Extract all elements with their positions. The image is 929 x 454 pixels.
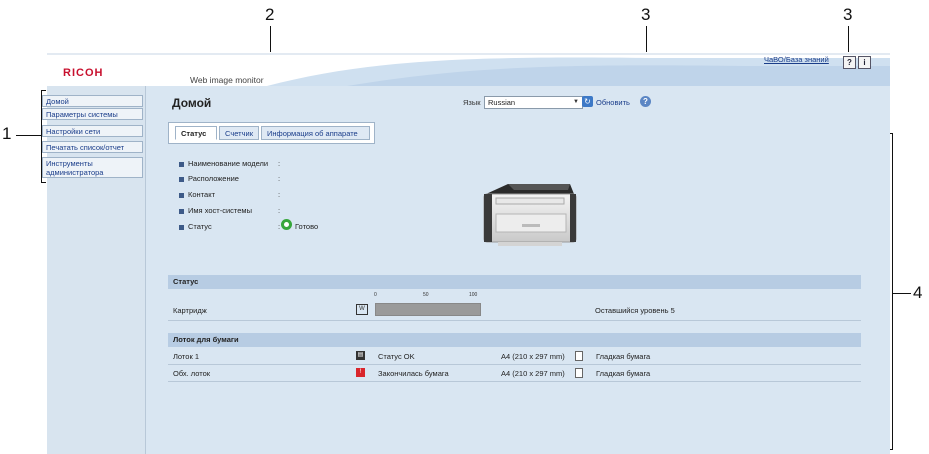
tab-status[interactable]: Статус: [175, 126, 217, 140]
language-value: Russian: [488, 98, 516, 107]
faq-link[interactable]: ЧаВО/База знаний: [764, 55, 829, 64]
callout-4-bracket: [892, 133, 893, 450]
callout-3a: 3: [641, 5, 651, 24]
scale-tick-50: 50: [423, 292, 429, 298]
callout-2: 2: [265, 5, 275, 24]
info-colon: :: [278, 222, 281, 231]
info-row-hostname: Имя хост-системы: [179, 206, 252, 215]
remaining-level-text: Оставшийся уровень 5: [595, 306, 675, 315]
tray-ok-icon: ▤: [356, 351, 365, 360]
paper-tray-section-header: Лоток для бумаги: [168, 333, 861, 347]
callout-3b-line: [848, 26, 849, 54]
info-row-model: Наименование модели: [179, 159, 268, 168]
page-title: Домой: [172, 96, 212, 110]
ready-status-icon: [281, 219, 292, 230]
toner-level-fill: [376, 304, 480, 315]
product-name: Web image monitor: [190, 75, 264, 85]
tray-status: Статус OK: [378, 352, 415, 361]
sidebar-item-print-list[interactable]: Печатать список/отчет: [42, 141, 143, 153]
callout-1: 1: [2, 124, 12, 143]
bullet-icon: [179, 208, 184, 214]
callout-4: 4: [913, 283, 923, 302]
sidebar-item-admin-tools[interactable]: Инструменты администратора: [42, 157, 143, 178]
sidebar-item-network-settings[interactable]: Настройки сети: [42, 125, 143, 137]
status-value: Готово: [295, 222, 319, 231]
tab-counter[interactable]: Счетчик: [219, 126, 259, 140]
printer-image: [483, 184, 577, 246]
language-label: Язык: [463, 98, 481, 107]
bullet-icon: [179, 224, 184, 230]
bullet-icon: [179, 192, 184, 198]
callout-4-line: [893, 293, 911, 294]
tray-name: Обх. лоток: [173, 369, 211, 378]
scale-tick-0: 0: [374, 292, 377, 298]
callout-1-line: [16, 135, 41, 136]
paper-icon: [575, 351, 583, 361]
info-colon: :: [278, 190, 281, 199]
sidebar-item-system-settings[interactable]: Параметры системы: [42, 108, 143, 120]
tray-size: A4 (210 x 297 mm): [501, 369, 565, 378]
refresh-button[interactable]: Обновить: [596, 98, 630, 107]
chevron-down-icon: ▼: [573, 99, 579, 105]
info-colon: :: [278, 159, 281, 168]
toner-icon: W: [356, 304, 368, 315]
tray-size: A4 (210 x 297 mm): [501, 352, 565, 361]
cartridge-label: Картридж: [173, 306, 207, 315]
bullet-icon: [179, 161, 184, 167]
help-icon[interactable]: ?: [843, 56, 856, 69]
bullet-icon: [179, 176, 184, 182]
scale-tick-100: 100: [469, 292, 478, 298]
info-row-contact: Контакт: [179, 190, 215, 199]
tray-empty-icon: !: [356, 368, 365, 377]
toner-level-bar: [375, 303, 481, 316]
tray-paper-type: Гладкая бумага: [596, 369, 651, 378]
tray-name: Лоток 1: [173, 352, 199, 361]
help-circle-icon[interactable]: ?: [640, 96, 651, 107]
info-row-status: Статус: [179, 222, 212, 231]
info-colon: :: [278, 206, 281, 215]
sidebar-item-home[interactable]: Домой: [42, 95, 143, 107]
paper-icon: [575, 368, 583, 378]
refresh-icon[interactable]: ↻: [582, 96, 593, 107]
info-icon[interactable]: i: [858, 56, 871, 69]
info-row-location: Расположение: [179, 174, 239, 183]
callout-3b: 3: [843, 5, 853, 24]
info-colon: :: [278, 174, 281, 183]
status-section-header: Статус: [168, 275, 861, 289]
ricoh-logo: RICOH: [63, 67, 104, 79]
tray-status: Закончилась бумага: [378, 369, 449, 378]
language-select[interactable]: Russian ▼: [484, 96, 583, 109]
tray-paper-type: Гладкая бумага: [596, 352, 651, 361]
tab-device-info[interactable]: Информация об аппарате: [261, 126, 370, 140]
